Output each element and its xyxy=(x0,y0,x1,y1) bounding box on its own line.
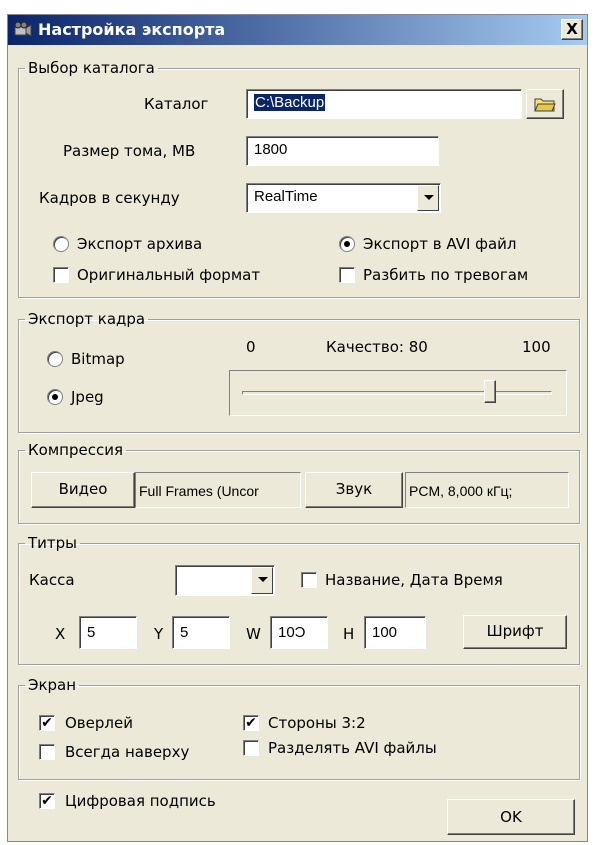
aspect-label: Стороны 3:2 xyxy=(268,714,366,732)
volume-size-input[interactable]: 1800 xyxy=(246,136,439,166)
screen-legend: Экран xyxy=(28,676,77,694)
catalog-path-input[interactable]: C:\Backup xyxy=(246,89,522,119)
titles-legend: Титры xyxy=(28,534,78,552)
digital-signature-checkbox[interactable]: ✔ xyxy=(39,793,55,809)
export-avi-radio[interactable] xyxy=(339,236,355,252)
ok-button[interactable]: OK xyxy=(447,799,575,835)
volume-size-label: Размер тома, MB xyxy=(63,142,196,160)
compression-legend: Компрессия xyxy=(28,441,123,459)
folder-icon xyxy=(534,98,556,112)
x-input[interactable]: 5 xyxy=(79,616,137,649)
video-codec-button[interactable]: Видео xyxy=(31,472,135,508)
digital-signature-label: Цифровая подпись xyxy=(65,792,216,810)
y-input[interactable]: 5 xyxy=(172,616,230,649)
title-bar[interactable]: Настройка экспорта X xyxy=(8,15,587,45)
export-archive-label: Экспорт архива xyxy=(77,235,203,253)
bitmap-radio[interactable] xyxy=(47,351,63,367)
quality-slider[interactable] xyxy=(229,370,567,416)
x-label: X xyxy=(55,625,66,643)
quality-slider-thumb[interactable] xyxy=(484,380,496,403)
font-button[interactable]: Шрифт xyxy=(463,615,567,649)
y-label: Y xyxy=(154,625,164,643)
fps-select[interactable]: RealTime xyxy=(246,183,441,213)
video-codec-field: Full Frames (Uncor xyxy=(135,472,301,508)
h-input[interactable]: 100 xyxy=(364,616,426,649)
original-format-label: Оригинальный формат xyxy=(77,266,261,284)
split-alarms-label: Разбить по тревогам xyxy=(363,266,529,284)
quality-min-label: 0 xyxy=(246,338,256,356)
split-avi-label: Разделять AVI файлы xyxy=(268,739,437,757)
sound-codec-field: PCM, 8,000 кГц; xyxy=(405,472,569,508)
fps-label: Кадров в секунду xyxy=(39,189,180,207)
quality-label: Качество: 80 xyxy=(326,338,428,356)
catalog-path-value: C:\Backup xyxy=(254,94,326,111)
quality-slider-track xyxy=(242,391,552,395)
browse-folder-button[interactable] xyxy=(526,89,564,119)
chevron-down-icon[interactable] xyxy=(417,185,439,211)
cash-select[interactable] xyxy=(175,565,275,596)
original-format-checkbox[interactable] xyxy=(53,267,69,283)
close-button[interactable]: X xyxy=(561,19,583,40)
frame-export-legend: Экспорт кадра xyxy=(28,310,146,328)
aspect-checkbox[interactable]: ✔ xyxy=(243,715,259,731)
overlay-label: Оверлей xyxy=(65,714,133,732)
split-avi-checkbox[interactable] xyxy=(243,740,259,756)
w-label: W xyxy=(246,625,261,643)
export-settings-dialog: Настройка экспорта X Выбор каталога Ката… xyxy=(7,14,588,842)
cash-label: Касса xyxy=(29,571,75,589)
chevron-down-icon[interactable] xyxy=(251,567,273,594)
fps-selected-value: RealTime xyxy=(254,188,318,205)
export-archive-radio[interactable] xyxy=(53,236,69,252)
jpeg-label: Jpeg xyxy=(71,388,104,406)
catalog-group-legend: Выбор каталога xyxy=(28,59,155,77)
catalog-label: Каталог xyxy=(144,95,209,113)
film-camera-icon xyxy=(14,21,32,37)
always-top-checkbox[interactable] xyxy=(39,744,55,760)
name-datetime-label: Название, Дата Время xyxy=(325,571,503,589)
overlay-checkbox[interactable]: ✔ xyxy=(39,715,55,731)
h-label: H xyxy=(343,625,355,643)
export-avi-label: Экспорт в AVI файл xyxy=(363,235,517,253)
name-datetime-checkbox[interactable] xyxy=(301,572,317,588)
split-alarms-checkbox[interactable] xyxy=(339,267,355,283)
quality-max-label: 100 xyxy=(522,338,551,356)
window-title: Настройка экспорта xyxy=(38,20,226,39)
jpeg-radio[interactable] xyxy=(47,389,63,405)
sound-codec-button[interactable]: Звук xyxy=(305,472,403,508)
w-input[interactable]: 10Ͻ xyxy=(270,616,328,649)
bitmap-label: Bitmap xyxy=(71,350,125,368)
always-top-label: Всегда наверху xyxy=(65,743,190,761)
